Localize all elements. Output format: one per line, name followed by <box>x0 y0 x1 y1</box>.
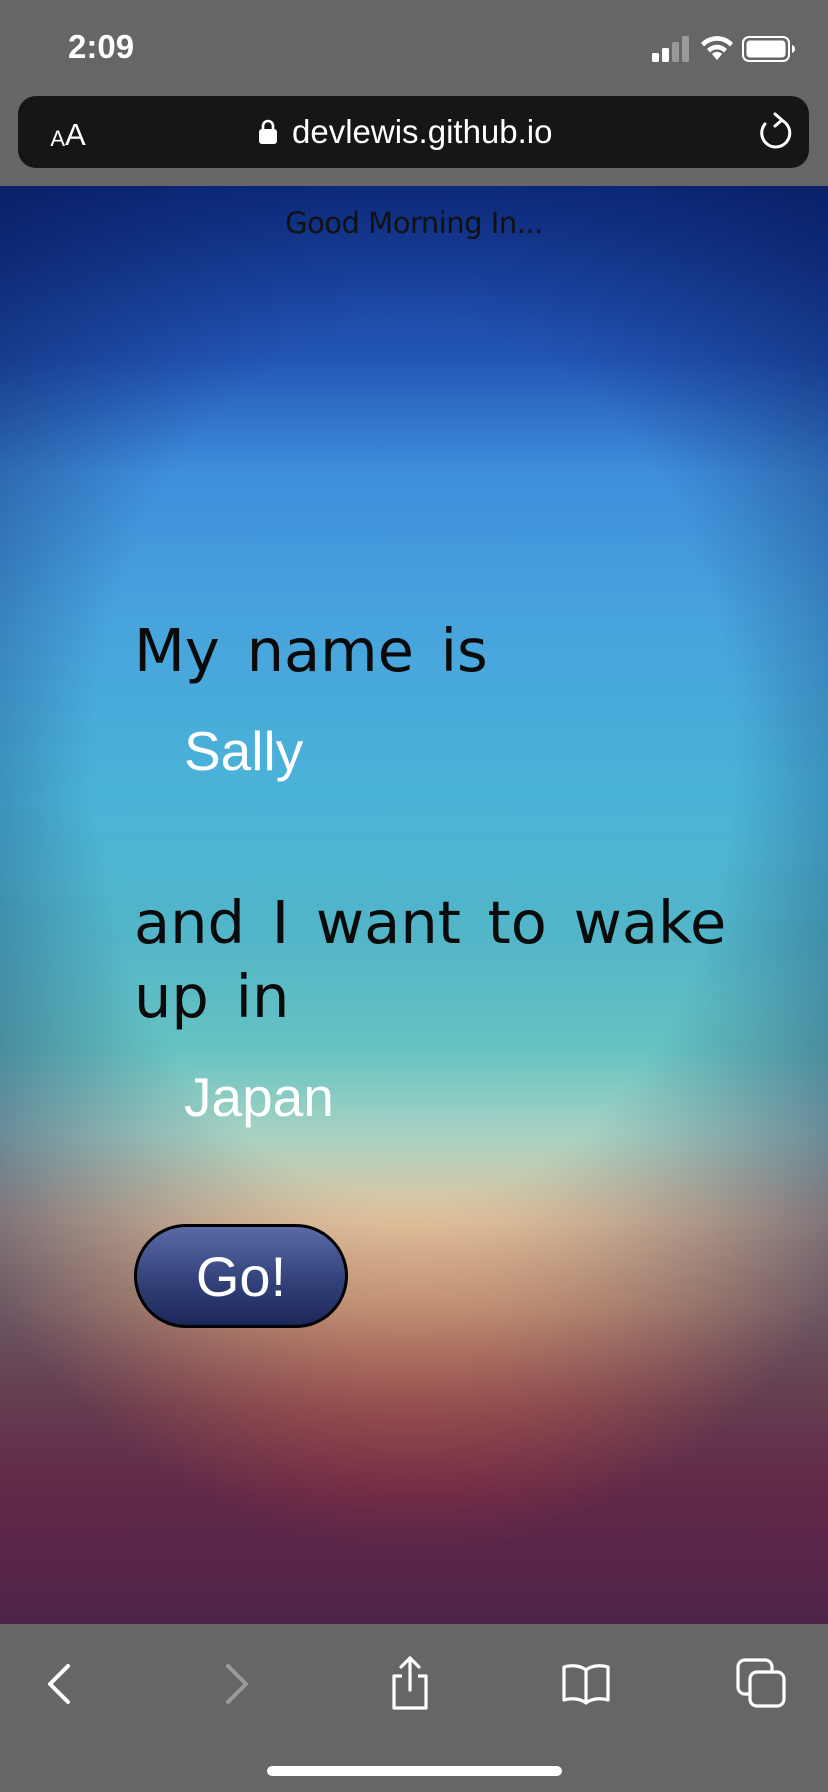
share-icon[interactable] <box>380 1654 440 1714</box>
back-icon[interactable] <box>30 1654 90 1714</box>
battery-icon <box>742 36 795 62</box>
go-button[interactable]: Go! <box>134 1224 348 1328</box>
text-size-small-label: A <box>50 126 65 151</box>
browser-toolbar <box>0 1624 828 1792</box>
lock-icon <box>259 119 277 144</box>
signal-icon <box>652 36 689 62</box>
bookmarks-icon[interactable] <box>556 1654 616 1714</box>
url-display[interactable]: devlewis.github.io <box>258 110 553 154</box>
name-input[interactable] <box>184 716 644 786</box>
tabs-icon[interactable] <box>732 1654 792 1714</box>
forward-icon[interactable] <box>206 1654 266 1714</box>
text-size-button[interactable]: A A <box>38 110 98 154</box>
web-content: Good Morning In... My name is and I want… <box>0 186 828 1624</box>
text-size-large-label: A <box>65 117 86 152</box>
home-indicator <box>267 1766 562 1776</box>
status-time: 2:09 <box>68 28 135 65</box>
page-header: Good Morning In... <box>285 206 543 240</box>
wifi-icon <box>701 36 733 60</box>
reload-icon[interactable] <box>757 112 793 152</box>
place-prompt: and I want to wake up in <box>134 888 727 1031</box>
name-prompt: My name is <box>134 616 488 685</box>
status-bar: 2:09 <box>0 0 828 92</box>
place-input[interactable] <box>184 1062 644 1132</box>
address-bar[interactable]: A A devlewis.github.io <box>18 96 809 168</box>
url-text: devlewis.github.io <box>292 113 553 150</box>
